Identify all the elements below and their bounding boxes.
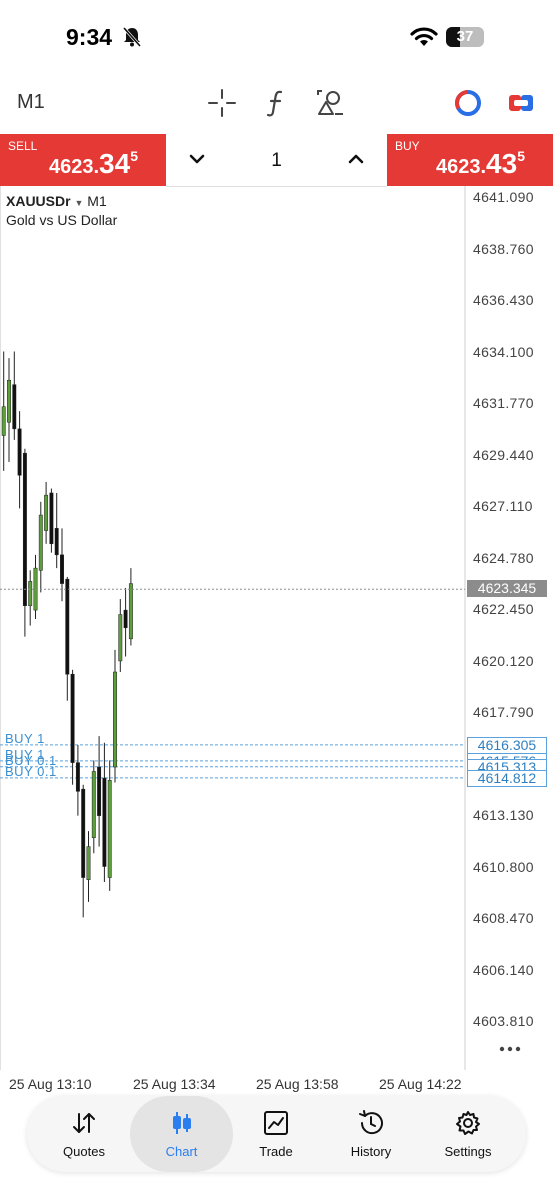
chart-candles-icon [173, 1112, 191, 1134]
price-axis-label: 4641.090 [473, 189, 534, 205]
current-price-label: 4623.345 [467, 580, 547, 598]
drawing-objects-icon[interactable] [315, 88, 345, 118]
price-axis-label: 4606.140 [473, 961, 534, 978]
price-axis-label: 4617.790 [473, 704, 534, 720]
time-label: 25 Aug 13:34 [133, 1076, 216, 1092]
price-axis-label: 4634.100 [473, 343, 534, 360]
candle-body [107, 780, 112, 878]
crosshair-icon[interactable] [207, 88, 237, 118]
time-label: 25 Aug 13:58 [256, 1076, 339, 1092]
price-axis-label: 4613.130 [473, 807, 534, 823]
history-clock-icon [359, 1110, 383, 1135]
order-price-label: 4616.305 [467, 736, 547, 754]
symbol-selector[interactable]: XAUUSDr ▼ M1 [6, 193, 107, 209]
order-price-label: 4614.812 [467, 769, 547, 787]
more-options-icon[interactable] [498, 1044, 522, 1054]
price-axis-label: 4638.760 [473, 240, 534, 257]
candle-body [17, 428, 22, 476]
price-axis-label: 4627.110 [473, 498, 533, 514]
candle-body [60, 554, 64, 584]
candle-body [1, 406, 6, 436]
nav-trade[interactable]: Trade [226, 1096, 326, 1172]
order-line-label[interactable]: BUY 0.1 [5, 764, 57, 779]
candle-body [49, 492, 54, 545]
lot-size-control: 1 [166, 134, 387, 187]
time-label: 25 Aug 13:10 [9, 1076, 92, 1092]
nav-chart[interactable]: Chart [130, 1096, 233, 1172]
buy-label: BUY [395, 139, 420, 153]
status-time: 9:34 [66, 24, 113, 50]
candle-body [102, 777, 107, 867]
candle-body [65, 578, 70, 675]
candle-body [7, 379, 11, 423]
candle-body [75, 762, 80, 792]
candle-body [70, 673, 75, 763]
sell-price: 4623.345 [48, 148, 138, 179]
candle-body [22, 452, 27, 606]
time-label: 25 Aug 14:22 [379, 1076, 462, 1092]
indicators-function-icon[interactable] [262, 88, 292, 118]
quotes-arrows-icon [73, 1113, 95, 1133]
bell-muted-icon [122, 27, 142, 47]
price-chart[interactable] [0, 186, 553, 1070]
candle-body [113, 671, 117, 768]
price-axis-label: 4636.430 [473, 292, 534, 308]
candle-body [38, 514, 43, 571]
increase-lot-chevron-up-icon[interactable] [347, 148, 365, 170]
candle-body [128, 583, 133, 640]
candle-body [28, 581, 33, 606]
price-axis-label: 4608.470 [473, 910, 534, 926]
candle-body [44, 494, 49, 531]
order-line-label[interactable]: BUY 1 [5, 731, 45, 746]
nav-history[interactable]: History [321, 1096, 421, 1172]
timeframe-selector[interactable]: M1 [17, 91, 45, 114]
candle-body [86, 846, 91, 881]
trade-chart-icon [264, 1111, 288, 1135]
symbol-description: Gold vs US Dollar [6, 212, 118, 228]
price-axis-label: 4620.120 [473, 652, 534, 669]
candle-body [91, 771, 96, 839]
price-axis-label: 4610.800 [473, 858, 534, 875]
price-axis-label: 4603.810 [473, 1013, 534, 1029]
price-axis-label: 4622.450 [473, 601, 534, 617]
sell-button[interactable]: SELL 4623.345 [0, 134, 166, 186]
candle-body [123, 609, 128, 629]
price-axis-label: 4624.780 [473, 549, 534, 566]
candle-body [12, 384, 17, 430]
bottom-navigation: Quotes Chart Trade History Settings [27, 1096, 526, 1172]
candle-body [54, 528, 59, 556]
buy-button[interactable]: BUY 4623.435 [387, 134, 553, 186]
trade-panel-icon[interactable] [506, 88, 536, 118]
settings-gear-icon [456, 1111, 480, 1135]
price-axis-label: 4629.440 [473, 446, 534, 463]
candle-body [81, 788, 86, 878]
nav-quotes[interactable]: Quotes [34, 1096, 134, 1172]
buy-price: 4623.435 [435, 148, 525, 179]
candle-body [97, 766, 102, 816]
price-axis-label: 4631.770 [473, 395, 534, 411]
nav-settings[interactable]: Settings [418, 1096, 518, 1172]
battery-percent: 37 [456, 28, 474, 45]
sell-label: SELL [8, 139, 38, 153]
wifi-icon [410, 27, 438, 46]
one-click-trading-icon[interactable] [453, 88, 483, 118]
candle-body [118, 614, 123, 662]
battery-icon: 37 [446, 27, 484, 47]
